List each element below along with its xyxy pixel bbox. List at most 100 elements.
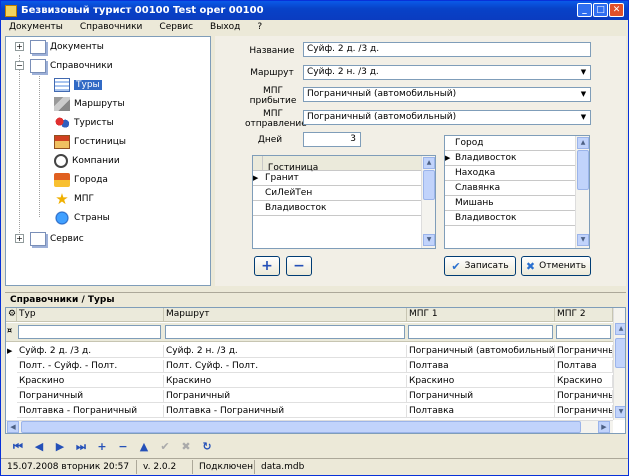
- scroll-down-icon[interactable]: ▼: [615, 406, 625, 418]
- tree-item-mpg[interactable]: ★ МПГ: [54, 191, 94, 207]
- chevron-down-icon[interactable]: ▼: [578, 67, 589, 78]
- table-vertical-scrollbar[interactable]: ▲ ▼: [613, 308, 625, 420]
- scroll-up-icon[interactable]: ▲: [423, 157, 435, 169]
- scroll-down-icon[interactable]: ▼: [577, 234, 589, 246]
- days-field[interactable]: 3: [303, 132, 361, 147]
- city-row[interactable]: Владивосток: [445, 211, 577, 226]
- expand-documents-icon[interactable]: +: [15, 42, 24, 51]
- hotel-row[interactable]: Владивосток: [253, 201, 423, 216]
- tree-item-routes[interactable]: Маршруты: [54, 96, 125, 112]
- window-title: Безвизовый турист 00100 Test oper 00100: [21, 5, 264, 16]
- tree-item-hotels[interactable]: Гостиницы: [54, 134, 126, 150]
- cancel-record-icon[interactable]: ✖: [179, 440, 193, 454]
- hotel-row[interactable]: ▶ Гранит: [253, 171, 423, 186]
- menu-help[interactable]: ?: [249, 22, 271, 32]
- table-cell[interactable]: Полтавка - Пограничный: [164, 405, 407, 418]
- mpg-departure-select[interactable]: Пограничный (автомобильный) ▼: [303, 110, 591, 125]
- hotel-row[interactable]: СиЛейТен: [253, 186, 423, 201]
- add-hotel-button[interactable]: +: [254, 256, 280, 276]
- people-icon: [54, 116, 70, 130]
- settings-icon[interactable]: ⚙: [6, 308, 17, 322]
- city-row[interactable]: Находка: [445, 166, 577, 181]
- tree-item-tourists[interactable]: Туристы: [54, 115, 114, 131]
- delete-record-icon[interactable]: −: [116, 440, 130, 454]
- table-cell[interactable]: Пограничный (автомобильный): [407, 345, 555, 358]
- next-record-icon[interactable]: ▶: [53, 440, 67, 454]
- filter-route-input[interactable]: [165, 325, 405, 339]
- column-header-route[interactable]: Маршрут: [164, 308, 407, 322]
- minimize-button[interactable]: _: [577, 3, 592, 17]
- mpg-arrival-select[interactable]: Пограничный (автомобильный) ▼: [303, 87, 591, 102]
- menu-exit[interactable]: Выход: [202, 22, 249, 32]
- app-icon: [5, 4, 17, 17]
- table-cell[interactable]: Полтава: [407, 360, 555, 373]
- tree-item-companies[interactable]: Компании: [54, 153, 120, 169]
- table-cell[interactable]: Суйф. 2 н. /3 д.: [164, 345, 407, 358]
- chevron-down-icon[interactable]: ▼: [578, 112, 589, 123]
- table-cell[interactable]: Краскино: [555, 375, 613, 388]
- tree-item-service[interactable]: Сервис: [30, 231, 84, 247]
- table-cell[interactable]: Полтавка: [407, 405, 555, 418]
- table-horizontal-scrollbar[interactable]: ◀ ▶: [6, 420, 613, 433]
- city-row[interactable]: ▶ Владивосток: [445, 151, 577, 166]
- maximize-button[interactable]: □: [593, 3, 608, 17]
- table-cell[interactable]: Полт. Суйф. - Полт.: [164, 360, 407, 373]
- scroll-up-icon[interactable]: ▲: [615, 323, 625, 335]
- menu-references[interactable]: Справочники: [72, 22, 152, 32]
- tree-item-cities[interactable]: Города: [54, 172, 108, 188]
- close-button[interactable]: ✕: [609, 3, 624, 17]
- expand-service-icon[interactable]: +: [15, 234, 24, 243]
- column-header-tour[interactable]: Тур: [17, 308, 164, 322]
- status-bar: 15.07.2008 вторник 20:57 v. 2.0.2 Подклю…: [1, 458, 628, 475]
- table-cell[interactable]: Пограничный: [555, 390, 613, 403]
- table-cell[interactable]: Пограничный: [17, 390, 164, 403]
- table-cell[interactable]: Пограничный: [555, 345, 613, 358]
- table-cell[interactable]: Полтава: [555, 360, 613, 373]
- last-record-icon[interactable]: ⏭: [74, 440, 88, 454]
- city-row[interactable]: Мишань: [445, 196, 577, 211]
- city-row[interactable]: Славянка: [445, 181, 577, 196]
- cities-scrollbar[interactable]: ▲ ▼: [575, 136, 589, 248]
- filter-mpg1-input[interactable]: [408, 325, 553, 339]
- name-field[interactable]: Суйф. 2 д. /3 д.: [303, 42, 591, 57]
- navigator-bar: ⏮ ◀ ▶ ⏭ + − ▲ ✔ ✖ ↻: [5, 437, 626, 457]
- table-cell[interactable]: Полтавка - Пограничный: [17, 405, 164, 418]
- table-cell[interactable]: Краскино: [164, 375, 407, 388]
- column-header-mpg2[interactable]: МПГ 2: [555, 308, 613, 322]
- save-button[interactable]: ✔ Записать: [444, 256, 516, 276]
- table-cell[interactable]: Краскино: [407, 375, 555, 388]
- post-record-icon[interactable]: ✔: [158, 440, 172, 454]
- table-cell[interactable]: Полт. - Суйф. - Полт.: [17, 360, 164, 373]
- hotels-scrollbar[interactable]: ▲ ▼: [421, 156, 435, 248]
- scroll-right-icon[interactable]: ▶: [598, 421, 610, 433]
- tree-item-documents[interactable]: Документы: [30, 39, 104, 55]
- filter-mpg2-input[interactable]: [556, 325, 611, 339]
- column-header-mpg1[interactable]: МПГ 1: [407, 308, 555, 322]
- refresh-icon[interactable]: ↻: [200, 440, 214, 454]
- section-title: Справочники / Туры: [5, 292, 626, 306]
- table-cell[interactable]: Краскино: [17, 375, 164, 388]
- table-cell[interactable]: Суйф. 2 д. /3 д.: [17, 345, 164, 358]
- tree-item-countries[interactable]: Страны: [54, 210, 110, 226]
- remove-hotel-button[interactable]: −: [286, 256, 312, 276]
- document-icon: [30, 232, 46, 246]
- first-record-icon[interactable]: ⏮: [11, 440, 25, 454]
- collapse-references-icon[interactable]: −: [15, 61, 24, 70]
- table-cell[interactable]: Пограничный: [164, 390, 407, 403]
- scroll-down-icon[interactable]: ▼: [423, 234, 435, 246]
- menu-service[interactable]: Сервис: [151, 22, 202, 32]
- edit-record-icon[interactable]: ▲: [137, 440, 151, 454]
- scroll-up-icon[interactable]: ▲: [577, 137, 589, 149]
- insert-record-icon[interactable]: +: [95, 440, 109, 454]
- prior-record-icon[interactable]: ◀: [32, 440, 46, 454]
- tree-item-tours[interactable]: Туры: [54, 77, 102, 93]
- chevron-down-icon[interactable]: ▼: [578, 89, 589, 100]
- route-select[interactable]: Суйф. 2 н. /3 д. ▼: [303, 65, 591, 80]
- table-cell[interactable]: Пограничный: [555, 405, 613, 418]
- cancel-button[interactable]: ✖ Отменить: [521, 256, 591, 276]
- filter-tour-input[interactable]: [18, 325, 161, 339]
- tree-item-references[interactable]: Справочники: [30, 58, 113, 74]
- menu-documents[interactable]: Документы: [1, 22, 72, 32]
- table-cell[interactable]: Пограничный: [407, 390, 555, 403]
- scroll-left-icon[interactable]: ◀: [7, 421, 19, 433]
